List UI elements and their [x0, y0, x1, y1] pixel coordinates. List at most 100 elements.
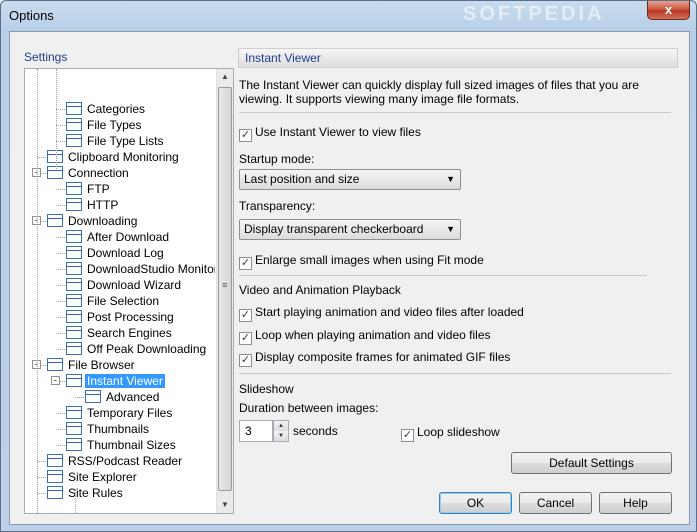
- tree-item[interactable]: Downloading: [47, 213, 139, 229]
- page-icon: [47, 166, 63, 179]
- duration-spinner[interactable]: ▲ ▼: [273, 420, 289, 442]
- tree-item[interactable]: RSS/Podcast Reader: [47, 453, 184, 469]
- tree-item[interactable]: Thumbnail Sizes: [66, 437, 178, 453]
- tree-item[interactable]: Download Log: [66, 245, 166, 261]
- checkbox-box[interactable]: ✓: [401, 429, 414, 442]
- checkbox-box[interactable]: ✓: [239, 354, 252, 367]
- startup-mode-dropdown[interactable]: Last position and size ▼: [239, 169, 461, 190]
- slideshow-title: Slideshow: [239, 382, 294, 396]
- tree-item[interactable]: File Types: [66, 117, 143, 133]
- page-icon: [66, 102, 82, 115]
- transparency-value: Display transparent checkerboard: [244, 222, 424, 236]
- ok-button[interactable]: OK: [439, 492, 512, 514]
- tree-item-label: Downloading: [68, 214, 138, 228]
- scroll-down-arrow-icon[interactable]: ▼: [217, 497, 233, 513]
- checkbox-label: Display composite frames for animated GI…: [255, 350, 511, 364]
- tree-item[interactable]: Clipboard Monitoring: [47, 149, 181, 165]
- transparency-dropdown[interactable]: Display transparent checkerboard ▼: [239, 219, 461, 240]
- help-button[interactable]: Help: [599, 492, 672, 514]
- use-instant-viewer-checkbox[interactable]: ✓ Use Instant Viewer to view files: [239, 124, 421, 142]
- tree-item[interactable]: Site Explorer: [47, 469, 139, 485]
- title-bar[interactable]: Options SOFTPEDIA x: [1, 1, 696, 31]
- tree-connector: [56, 205, 65, 206]
- close-button[interactable]: x: [647, 1, 690, 20]
- tree-connector: [56, 413, 65, 414]
- tree-item-label: Post Processing: [87, 310, 174, 324]
- tree-item[interactable]: Search Engines: [66, 325, 174, 341]
- spin-down-icon[interactable]: ▼: [274, 431, 288, 441]
- page-icon: [66, 406, 82, 419]
- tree-scrollbar[interactable]: ▲ ≡ ▼: [216, 69, 233, 513]
- loop-slideshow-checkbox[interactable]: ✓ Loop slideshow: [401, 424, 500, 442]
- page-icon: [47, 486, 63, 499]
- page-icon: [66, 118, 82, 131]
- tree-item[interactable]: Download Wizard: [66, 277, 183, 293]
- tree-item-label: FTP: [87, 182, 110, 196]
- tree-item[interactable]: Thumbnails: [66, 421, 151, 437]
- tree-item-label: After Download: [87, 230, 170, 244]
- tree-item[interactable]: File Type Lists: [66, 133, 165, 149]
- checkbox-label: Loop slideshow: [417, 425, 500, 439]
- startup-mode-value: Last position and size: [244, 172, 360, 186]
- tree-connector: [56, 317, 65, 318]
- enlarge-small-images-checkbox[interactable]: ✓ Enlarge small images when using Fit mod…: [239, 252, 484, 270]
- dialog-client-area: Settings Categories File Types File Type L…: [9, 31, 690, 525]
- tree-item-label: Thumbnails: [87, 422, 150, 436]
- start-playing-checkbox[interactable]: ✓ Start playing animation and video files…: [239, 304, 524, 322]
- tree-guide-line: [56, 69, 57, 169]
- scroll-up-arrow-icon[interactable]: ▲: [217, 69, 233, 85]
- collapse-toggle-icon[interactable]: -: [51, 376, 60, 385]
- tree-item-label: File Selection: [87, 294, 160, 308]
- tree-item[interactable]: File Browser: [47, 357, 137, 373]
- page-icon: [66, 342, 82, 355]
- checkbox-box[interactable]: ✓: [239, 257, 252, 270]
- watermark: SOFTPEDIA: [463, 3, 605, 25]
- tree-item[interactable]: Advanced: [85, 389, 161, 405]
- page-icon: [85, 390, 101, 403]
- spin-up-icon[interactable]: ▲: [274, 421, 288, 431]
- loop-playing-checkbox[interactable]: ✓ Loop when playing animation and video f…: [239, 327, 491, 345]
- tree-connector: [56, 445, 65, 446]
- tree-item[interactable]: Temporary Files: [66, 405, 174, 421]
- cancel-button[interactable]: Cancel: [519, 492, 592, 514]
- tree-connector: [56, 349, 65, 350]
- tree-connector: [37, 493, 46, 494]
- tree-item-label: Download Log: [87, 246, 164, 260]
- scroll-thumb[interactable]: ≡: [218, 87, 232, 491]
- tree-item-label: DownloadStudio Monitor: [87, 262, 215, 276]
- tree-item[interactable]: DownloadStudio Monitor: [66, 261, 215, 277]
- tree-item[interactable]: Off Peak Downloading: [66, 341, 208, 357]
- divider: [239, 275, 647, 276]
- tree-item[interactable]: Site Rules: [47, 485, 125, 501]
- tree-item[interactable]: Instant Viewer: [66, 373, 165, 389]
- checkbox-box[interactable]: ✓: [239, 309, 252, 322]
- tree-connector: [56, 301, 65, 302]
- tree-item[interactable]: FTP: [66, 181, 112, 197]
- tree-item-label: Advanced: [106, 390, 160, 404]
- tree-item-label: Search Engines: [87, 326, 172, 340]
- page-icon: [47, 214, 63, 227]
- tree-connector: [37, 477, 46, 478]
- tree-item[interactable]: After Download: [66, 229, 171, 245]
- tree-item-label: Off Peak Downloading: [87, 342, 207, 356]
- tree-guide-line: [37, 69, 38, 513]
- duration-input[interactable]: 3: [239, 420, 273, 442]
- composite-frames-checkbox[interactable]: ✓ Display composite frames for animated G…: [239, 349, 511, 367]
- tree-item-label: File Types: [87, 118, 142, 132]
- tree-item[interactable]: HTTP: [66, 197, 120, 213]
- page-icon: [47, 454, 63, 467]
- tree-item[interactable]: Post Processing: [66, 309, 176, 325]
- default-settings-button[interactable]: Default Settings: [511, 452, 672, 474]
- page-icon: [66, 294, 82, 307]
- tree-item-label: Connection: [68, 166, 129, 180]
- checkbox-label: Start playing animation and video files …: [255, 305, 524, 319]
- tree-item-label: File Browser: [68, 358, 135, 372]
- panel-title: Instant Viewer: [238, 48, 678, 68]
- page-icon: [66, 230, 82, 243]
- tree-item[interactable]: File Selection: [66, 293, 161, 309]
- tree-item[interactable]: Connection: [47, 165, 131, 181]
- tree-item[interactable]: Categories: [66, 101, 147, 117]
- checkbox-box[interactable]: ✓: [239, 129, 252, 142]
- divider: [239, 373, 671, 374]
- checkbox-box[interactable]: ✓: [239, 332, 252, 345]
